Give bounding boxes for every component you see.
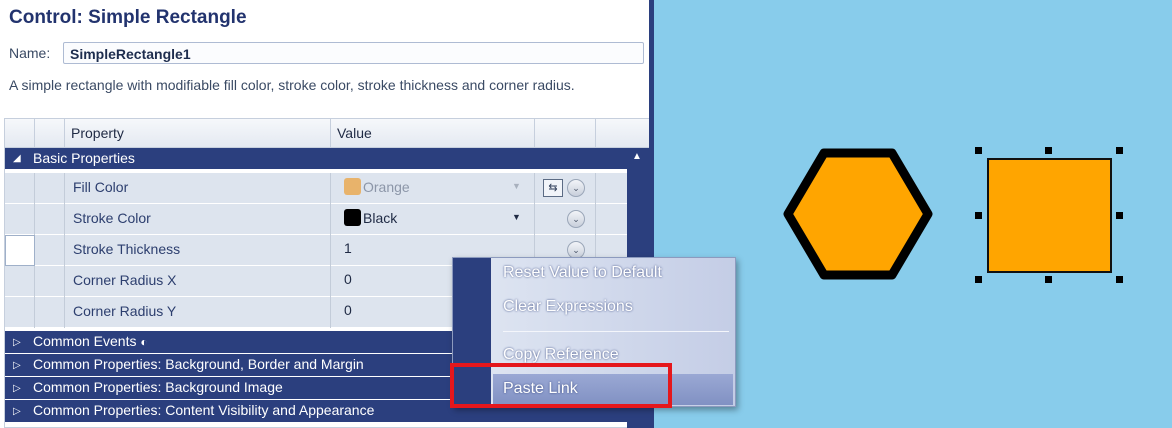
resize-handle[interactable] [1116, 212, 1123, 219]
property-value[interactable]: 0 [344, 271, 352, 287]
row-gutter [5, 297, 35, 328]
triangle-down-icon[interactable]: ◢ [13, 148, 21, 169]
resize-handle[interactable] [1116, 276, 1123, 283]
property-name: Stroke Thickness [73, 241, 181, 257]
resize-handle[interactable] [975, 212, 982, 219]
menu-item-reset-value[interactable]: Reset Value to Default [503, 264, 662, 282]
hexagon-shape[interactable] [782, 148, 934, 280]
info-icon: ◐ [140, 335, 148, 349]
chevron-down-icon[interactable]: ▼ [512, 212, 521, 222]
property-value[interactable]: 1 [344, 240, 352, 256]
resize-handle[interactable] [975, 276, 982, 283]
grid-header-property[interactable]: Property [65, 119, 331, 148]
grid-header-blank-3 [535, 119, 596, 148]
scroll-up-icon[interactable]: ▲ [632, 151, 642, 162]
triangle-right-icon[interactable]: ▷ [13, 401, 21, 422]
simple-rectangle-shape[interactable] [987, 158, 1112, 273]
resize-handle[interactable] [1116, 147, 1123, 154]
highlight-box [450, 363, 672, 408]
grid-header-blank-4 [596, 119, 650, 148]
menu-item-clear-expressions[interactable]: Clear Expressions [503, 298, 633, 316]
category-label: Common Properties: Background, Border an… [33, 356, 364, 372]
panel-title: Control: Simple Rectangle [9, 7, 247, 28]
chevron-down-icon[interactable]: ⌄ [567, 210, 585, 228]
property-value[interactable]: Orange [344, 178, 410, 195]
color-swatch [344, 178, 361, 195]
menu-item-copy-reference[interactable]: Copy Reference [503, 346, 619, 364]
row-gutter [35, 297, 65, 328]
grid-header-blank-1 [5, 119, 35, 148]
row-gutter [35, 173, 65, 204]
control-description: A simple rectangle with modifiable fill … [9, 77, 575, 93]
triangle-right-icon[interactable]: ▷ [13, 355, 21, 376]
row-gutter [5, 235, 35, 266]
resize-handle[interactable] [1045, 147, 1052, 154]
property-row-stroke-color[interactable]: Stroke Color Black ▼ ⌄ [5, 204, 627, 235]
property-value[interactable]: 0 [344, 302, 352, 318]
property-name: Stroke Color [73, 210, 151, 226]
chevron-down-icon[interactable]: ▼ [512, 181, 521, 191]
triangle-right-icon[interactable]: ▷ [13, 378, 21, 399]
property-name: Fill Color [73, 179, 129, 195]
category-basic-properties[interactable]: ◢ Basic Properties [5, 148, 627, 169]
property-name: Corner Radius Y [73, 303, 177, 319]
category-label: Common Events ◐ [33, 333, 148, 349]
resize-handle[interactable] [975, 147, 982, 154]
property-name: Corner Radius X [73, 272, 177, 288]
name-field[interactable]: SimpleRectangle1 [63, 42, 644, 64]
row-gutter [5, 266, 35, 297]
grid-header-blank-2 [35, 119, 65, 148]
category-label: Basic Properties [33, 150, 135, 166]
category-label: Common Properties: Background Image [33, 379, 283, 395]
row-gutter [35, 266, 65, 297]
property-value[interactable]: Black [344, 209, 397, 226]
name-label: Name: [9, 45, 51, 61]
resize-handle[interactable] [1045, 276, 1052, 283]
triangle-right-icon[interactable]: ▷ [13, 332, 21, 353]
chevron-down-icon[interactable]: ⌄ [567, 179, 585, 197]
menu-separator [503, 331, 729, 332]
row-gutter [5, 173, 35, 204]
color-swatch [344, 209, 361, 226]
link-icon[interactable]: ⇆ [543, 179, 563, 197]
category-label: Common Properties: Content Visibility an… [33, 402, 375, 418]
grid-header-value[interactable]: Value [331, 119, 535, 148]
row-gutter [35, 204, 65, 235]
row-gutter [5, 204, 35, 235]
property-row-fill-color[interactable]: Fill Color Orange ▼ ⇆ ⌄ [5, 173, 627, 204]
row-gutter [35, 235, 65, 266]
